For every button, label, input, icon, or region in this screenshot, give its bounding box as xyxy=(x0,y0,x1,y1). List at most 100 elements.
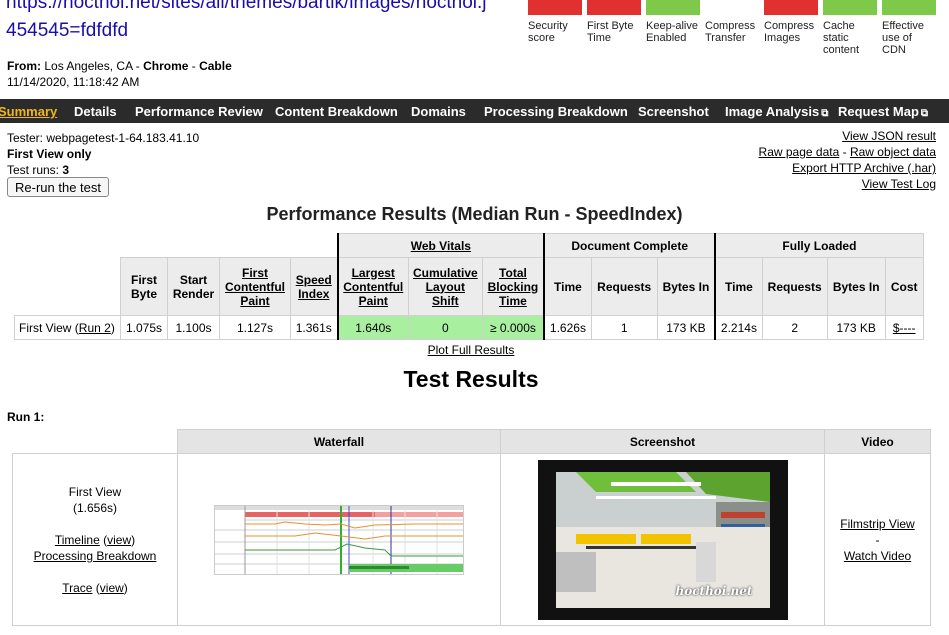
table-spacer xyxy=(12,429,178,454)
screenshot-watermark: hocthoi.net xyxy=(675,583,753,598)
value-speed-index: 1.361s xyxy=(290,315,338,340)
header-tbt[interactable]: Total Blocking Time xyxy=(481,257,545,316)
raw-page-data-link[interactable]: Raw page data xyxy=(759,145,840,159)
header-speed-index[interactable]: Speed Index xyxy=(290,257,338,316)
grade-cdn-label: Effective use of CDN xyxy=(882,20,924,56)
grade-cdn-box xyxy=(882,0,936,15)
processing-breakdown-link[interactable]: Processing Breakdown xyxy=(34,549,157,563)
web-vitals-link[interactable]: Web Vitals xyxy=(411,239,471,253)
value-first-byte: 1.075s xyxy=(120,315,168,340)
first-view-cell: First View (1.656s) Timeline (view) Proc… xyxy=(12,453,178,626)
nav-details[interactable]: Details xyxy=(74,104,117,119)
connection-type: Cable xyxy=(199,59,232,73)
performance-results-title: Performance Results (Median Run - SpeedI… xyxy=(266,204,683,224)
fcp-link[interactable]: First Contentful Paint xyxy=(225,266,285,308)
waterfall-thumbnail[interactable] xyxy=(214,504,464,575)
nav-performance-review[interactable]: Performance Review xyxy=(135,104,263,119)
row-label-prefix: First View ( xyxy=(19,320,79,335)
video-links-separator: - xyxy=(875,532,880,547)
table-spacer xyxy=(14,257,121,316)
grade-security-box xyxy=(528,0,582,15)
test-url-line-1[interactable]: https://hocthoi.net/sites/all/themes/bar… xyxy=(6,0,487,14)
main-nav: Summary Details Performance Review Conte… xyxy=(0,99,949,123)
header-fcp[interactable]: First Contentful Paint xyxy=(219,257,291,316)
raw-object-data-link[interactable]: Raw object data xyxy=(850,145,936,159)
export-har-link[interactable]: Export HTTP Archive (.har) xyxy=(792,161,936,175)
timeline-link[interactable]: Timeline xyxy=(55,533,100,547)
cost-link[interactable]: $---- xyxy=(893,321,916,335)
header-fl-bytes: Bytes In xyxy=(826,257,886,316)
group-web-vitals[interactable]: Web Vitals xyxy=(336,233,545,258)
grade-first-byte-box xyxy=(587,0,641,15)
grade-cdn[interactable]: Effective use of CDN xyxy=(882,0,938,56)
nav-content-breakdown[interactable]: Content Breakdown xyxy=(275,104,398,119)
view-test-log-link[interactable]: View Test Log xyxy=(862,177,936,191)
from-location: Los Angeles, CA - xyxy=(44,59,144,73)
header-fl-requests: Requests xyxy=(761,257,828,316)
first-view-time: (1.656s) xyxy=(72,500,118,515)
value-cost[interactable]: $---- xyxy=(884,315,924,340)
trace-view-link[interactable]: view xyxy=(100,581,124,595)
screenshot-cell[interactable]: hocthoi.net xyxy=(500,453,825,626)
lcp-link[interactable]: Largest Contentful Paint xyxy=(343,266,403,308)
group-document-complete: Document Complete xyxy=(543,233,716,258)
grade-compress-images[interactable]: Compress Images xyxy=(764,0,820,44)
value-tbt: ≥ 0.000s xyxy=(481,315,545,340)
nav-summary[interactable]: Summary xyxy=(0,104,57,119)
value-cls: 0 xyxy=(408,315,483,340)
waterfall-cell[interactable] xyxy=(177,453,501,626)
grade-compress-transfer[interactable]: Compress Transfer xyxy=(705,0,761,44)
screenshot-image: hocthoi.net xyxy=(555,471,770,608)
grade-cache-static-label: Cache static content xyxy=(823,20,860,56)
run-results-table: Waterfall Screenshot Video First View (1… xyxy=(12,429,931,626)
video-cell: Filmstrip View - Watch Video xyxy=(824,453,931,626)
grade-security[interactable]: Security score xyxy=(528,0,584,44)
run-2-link[interactable]: Run 2 xyxy=(79,321,111,335)
test-info: Tester: webpagetest-1-64.183.41.10 First… xyxy=(7,130,199,178)
timeline-view-link[interactable]: view xyxy=(107,533,131,547)
tbt-link[interactable]: Total Blocking Time xyxy=(488,266,539,308)
screenshot-thumbnail[interactable]: hocthoi.net xyxy=(537,459,788,620)
nav-domains[interactable]: Domains xyxy=(411,104,466,119)
browser-name: Chrome xyxy=(143,59,189,73)
test-url-line-2[interactable]: 454545=fdfdfd xyxy=(6,20,128,42)
test-runs: Test runs: 3 xyxy=(7,162,199,178)
value-dc-requests: 1 xyxy=(590,315,658,340)
external-link-icon: ⧉ xyxy=(821,108,829,119)
header-fl-time: Time xyxy=(714,257,763,316)
nav-screenshot[interactable]: Screenshot xyxy=(638,104,709,119)
header-start-render: Start Render xyxy=(167,257,220,316)
result-links: View JSON result Raw page data - Raw obj… xyxy=(759,128,936,192)
filmstrip-view-link[interactable]: Filmstrip View xyxy=(840,517,914,531)
grade-compress-images-label: Compress Images xyxy=(764,20,815,44)
watch-video-link[interactable]: Watch Video xyxy=(844,549,911,563)
header-cost: Cost xyxy=(884,257,924,316)
cls-link[interactable]: Cumulative Layout Shift xyxy=(413,266,478,308)
header-cls[interactable]: Cumulative Layout Shift xyxy=(408,257,483,316)
test-timestamp: 11/14/2020, 11:18:42 AM xyxy=(7,75,140,89)
trace-link[interactable]: Trace xyxy=(62,581,92,595)
grade-keep-alive[interactable]: Keep-alive Enabled xyxy=(646,0,702,44)
view-json-link[interactable]: View JSON result xyxy=(842,129,936,143)
speed-index-link[interactable]: Speed Index xyxy=(296,273,332,301)
header-waterfall: Waterfall xyxy=(177,429,501,454)
header-lcp[interactable]: Largest Contentful Paint xyxy=(336,257,409,316)
nav-image-analysis[interactable]: Image Analysis ⧉ xyxy=(725,104,828,119)
grade-first-byte[interactable]: First Byte Time xyxy=(587,0,643,44)
header-video: Video xyxy=(824,429,931,454)
header-dc-time: Time xyxy=(543,257,592,316)
nav-image-analysis-label: Image Analysis xyxy=(725,104,820,119)
grade-security-label: Security score xyxy=(528,20,568,44)
grade-compress-transfer-box xyxy=(705,0,759,15)
grade-cache-static[interactable]: Cache static content xyxy=(823,0,879,56)
value-fl-requests: 2 xyxy=(761,315,828,340)
grade-keep-alive-label: Keep-alive Enabled xyxy=(646,20,698,44)
performance-results-table: Web Vitals Document Complete Fully Loade… xyxy=(14,233,924,340)
rerun-test-button[interactable]: Re-run the test xyxy=(7,177,109,197)
table-spacer xyxy=(14,233,338,258)
nav-request-map[interactable]: Request Map ⧉ xyxy=(838,104,928,119)
value-dc-time: 1.626s xyxy=(543,315,592,340)
nav-processing-breakdown[interactable]: Processing Breakdown xyxy=(484,104,628,119)
test-runs-label: Test runs: xyxy=(7,163,63,177)
plot-full-results-link[interactable]: Plot Full Results xyxy=(428,343,515,357)
